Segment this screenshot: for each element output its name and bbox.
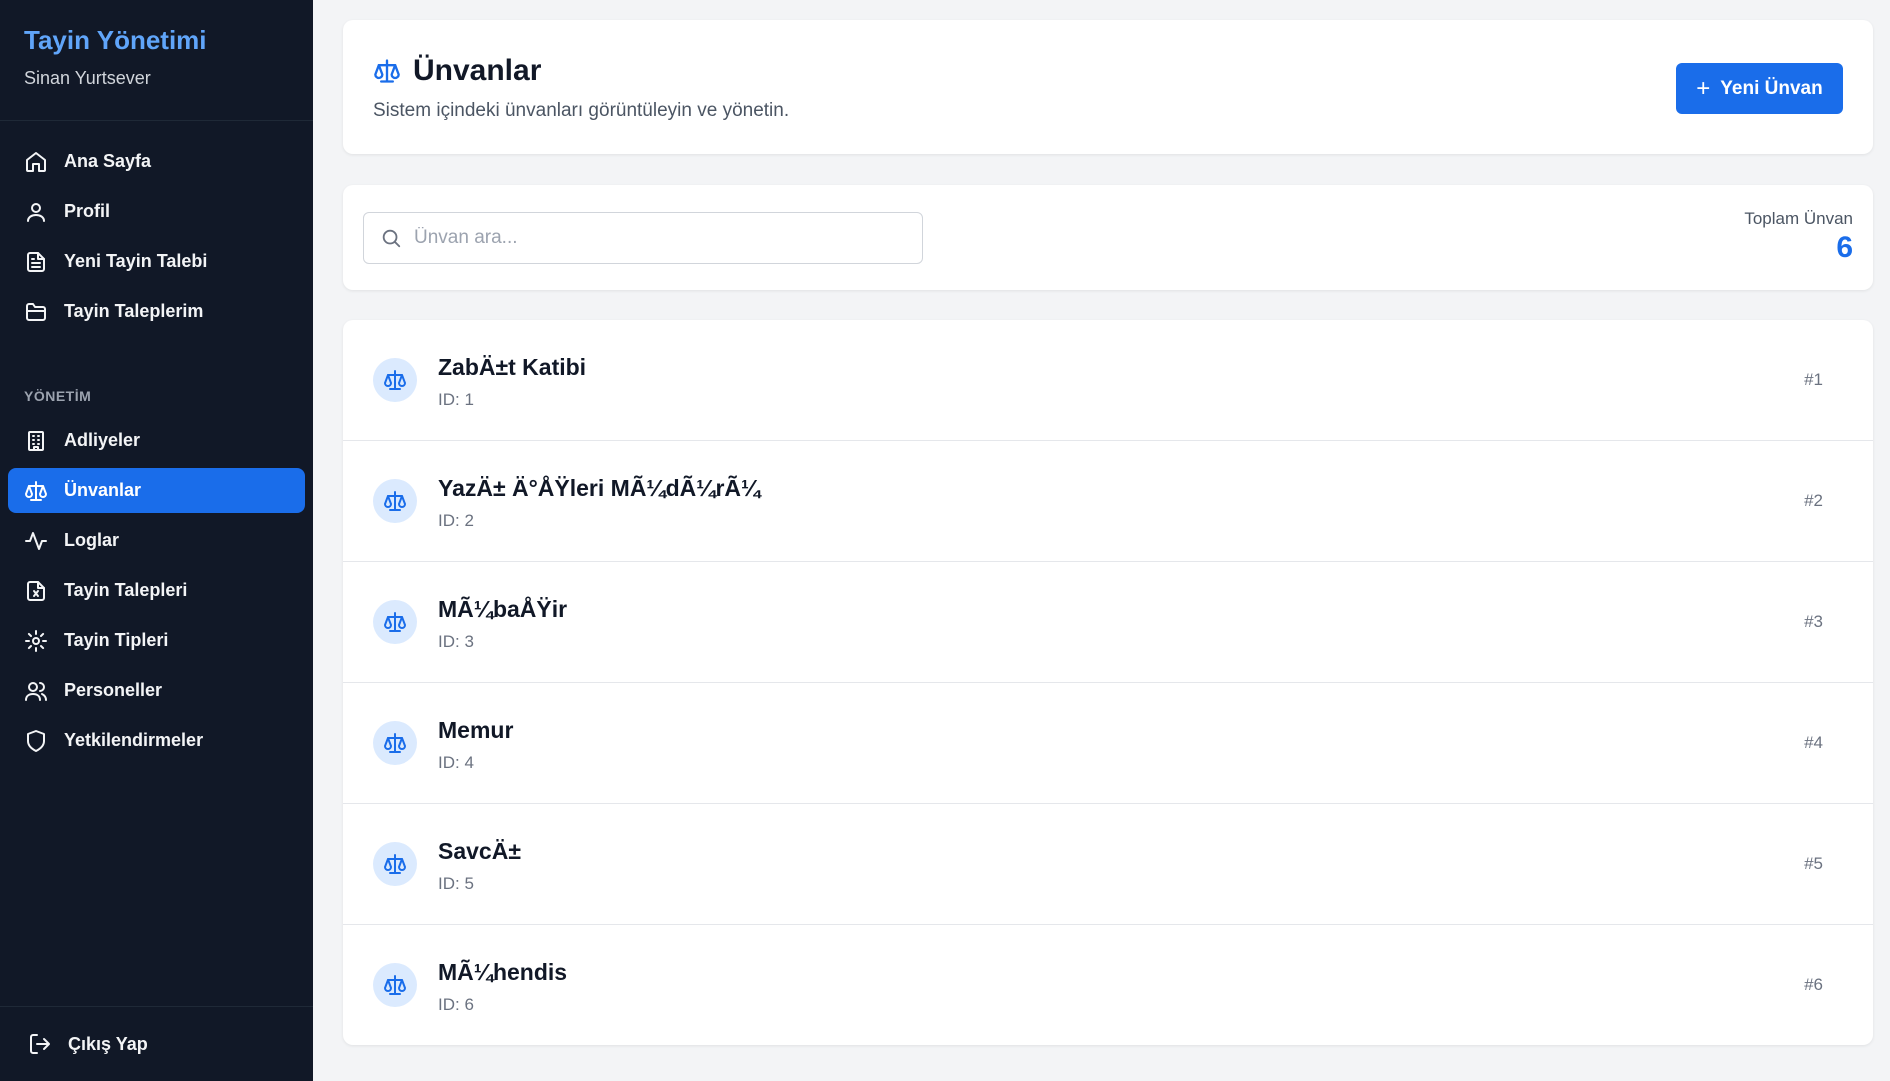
sidebar-item-tayin-taleplerim[interactable]: Tayin Taleplerim (8, 289, 305, 334)
list-item-id: ID: 2 (438, 511, 474, 530)
sidebar-item-label: Profil (64, 201, 111, 221)
nav-section-label: YÖNETİM (24, 388, 92, 404)
list-item-number: #1 (1804, 370, 1823, 389)
list-item-id: ID: 1 (438, 390, 474, 409)
list-item[interactable]: Memur ID: 4 #4 (343, 683, 1873, 804)
brand: Tayin Yönetimi Sinan Yurtsever (0, 0, 313, 121)
search-box[interactable] (363, 212, 923, 264)
list-item-name: Memur (438, 717, 514, 743)
logout-button[interactable]: Çıkış Yap (0, 1006, 313, 1081)
list-item-number: #4 (1804, 733, 1823, 752)
list-item-name: ZabÄ±t Katibi (438, 354, 587, 380)
scale-icon (373, 600, 417, 644)
sidebar-item-tayin-talepleri[interactable]: Tayin Talepleri (8, 568, 305, 613)
sidebar: Tayin Yönetimi Sinan Yurtsever Ana Sayfa… (0, 0, 313, 1081)
folder-icon (24, 300, 48, 324)
main-content: Ünvanlar Sistem içindeki ünvanları görün… (313, 0, 1890, 1081)
list-item[interactable]: MÃ¼baÅŸir ID: 3 #3 (343, 562, 1873, 683)
search-input[interactable] (414, 227, 894, 249)
home-icon (24, 150, 48, 174)
list-item-name: MÃ¼hendis (438, 959, 568, 985)
sidebar-item-loglar[interactable]: Loglar (8, 518, 305, 563)
sidebar-item-label: Loglar (64, 530, 120, 550)
total-label: Toplam Ünvan (1744, 209, 1853, 228)
scale-icon (24, 479, 48, 503)
titles-list: ZabÄ±t Katibi ID: 1 #1 YazÄ± Ä°ÅŸleri MÃ… (343, 320, 1873, 1045)
page-title-text: Ünvanlar (413, 54, 542, 87)
new-title-button-label: Yeni Ünvan (1720, 77, 1823, 99)
activity-icon (24, 529, 48, 553)
gear-icon (24, 629, 48, 653)
page-header-card: Ünvanlar Sistem içindeki ünvanları görün… (343, 20, 1873, 154)
list-item-name: MÃ¼baÅŸir (438, 596, 568, 622)
scale-icon (373, 358, 417, 402)
logout-icon (28, 1032, 52, 1056)
list-item-id: ID: 3 (438, 632, 474, 651)
page-title: Ünvanlar (373, 54, 541, 88)
document-icon (24, 250, 48, 274)
list-item[interactable]: YazÄ± Ä°ÅŸleri MÃ¼dÃ¼rÃ¼ ID: 2 #2 (343, 441, 1873, 562)
app-title: Tayin Yönetimi (24, 25, 207, 55)
page-subtitle: Sistem içindeki ünvanları görüntüleyin v… (373, 100, 790, 121)
sidebar-item-label: Tayin Talepleri (64, 580, 188, 600)
list-item[interactable]: MÃ¼hendis ID: 6 #6 (343, 925, 1873, 1045)
scale-icon (373, 479, 417, 523)
sidebar-item-label: Ana Sayfa (64, 151, 152, 171)
new-title-button[interactable]: + Yeni Ünvan (1676, 63, 1843, 114)
sidebar-item-ana-sayfa[interactable]: Ana Sayfa (8, 139, 305, 184)
sidebar-item-unvanlar[interactable]: Ünvanlar (8, 468, 305, 513)
sidebar-item-personeller[interactable]: Personeller (8, 668, 305, 713)
sidebar-item-label: Personeller (64, 680, 163, 700)
list-item[interactable]: SavcÄ± ID: 5 #5 (343, 804, 1873, 925)
list-item-number: #2 (1804, 491, 1823, 510)
plus-icon: + (1696, 74, 1711, 102)
sidebar-item-label: Yetkilendirmeler (64, 730, 204, 750)
file-x-icon (24, 579, 48, 603)
scale-icon (373, 842, 417, 886)
sidebar-nav: Ana Sayfa Profil Yeni Tayin Talebi Tayin… (0, 121, 313, 763)
list-item-name: YazÄ± Ä°ÅŸleri MÃ¼dÃ¼rÃ¼ (438, 475, 761, 501)
list-item-number: #3 (1804, 612, 1823, 631)
sidebar-item-tayin-tipleri[interactable]: Tayin Tipleri (8, 618, 305, 663)
sidebar-item-yetkilendirmeler[interactable]: Yetkilendirmeler (8, 718, 305, 763)
list-item-name: SavcÄ± (438, 838, 521, 864)
sidebar-item-adliyeler[interactable]: Adliyeler (8, 418, 305, 463)
logout-label: Çıkış Yap (68, 1033, 148, 1054)
user-icon (24, 200, 48, 224)
sidebar-item-profil[interactable]: Profil (8, 189, 305, 234)
list-item-id: ID: 5 (438, 874, 474, 893)
sidebar-item-yeni-tayin-talebi[interactable]: Yeni Tayin Talebi (8, 239, 305, 284)
sidebar-item-label: Yeni Tayin Talebi (64, 251, 208, 271)
sidebar-item-label: Tayin Taleplerim (64, 301, 204, 321)
shield-icon (24, 729, 48, 753)
sidebar-item-label: Adliyeler (64, 430, 141, 450)
total-count: Toplam Ünvan 6 (1744, 209, 1853, 265)
scale-icon (373, 721, 417, 765)
search-card: Toplam Ünvan 6 (343, 185, 1873, 290)
scale-icon (373, 963, 417, 1007)
total-value: 6 (1836, 231, 1853, 264)
list-item-id: ID: 6 (438, 995, 474, 1014)
sidebar-item-label: Ünvanlar (64, 480, 142, 500)
list-item-number: #6 (1804, 975, 1823, 994)
user-name: Sinan Yurtsever (24, 68, 151, 88)
scale-icon (373, 57, 401, 85)
users-icon (24, 679, 48, 703)
sidebar-item-label: Tayin Tipleri (64, 630, 169, 650)
list-item[interactable]: ZabÄ±t Katibi ID: 1 #1 (343, 320, 1873, 441)
search-icon (380, 227, 402, 249)
building-icon (24, 429, 48, 453)
list-item-id: ID: 4 (438, 753, 474, 772)
list-item-number: #5 (1804, 854, 1823, 873)
